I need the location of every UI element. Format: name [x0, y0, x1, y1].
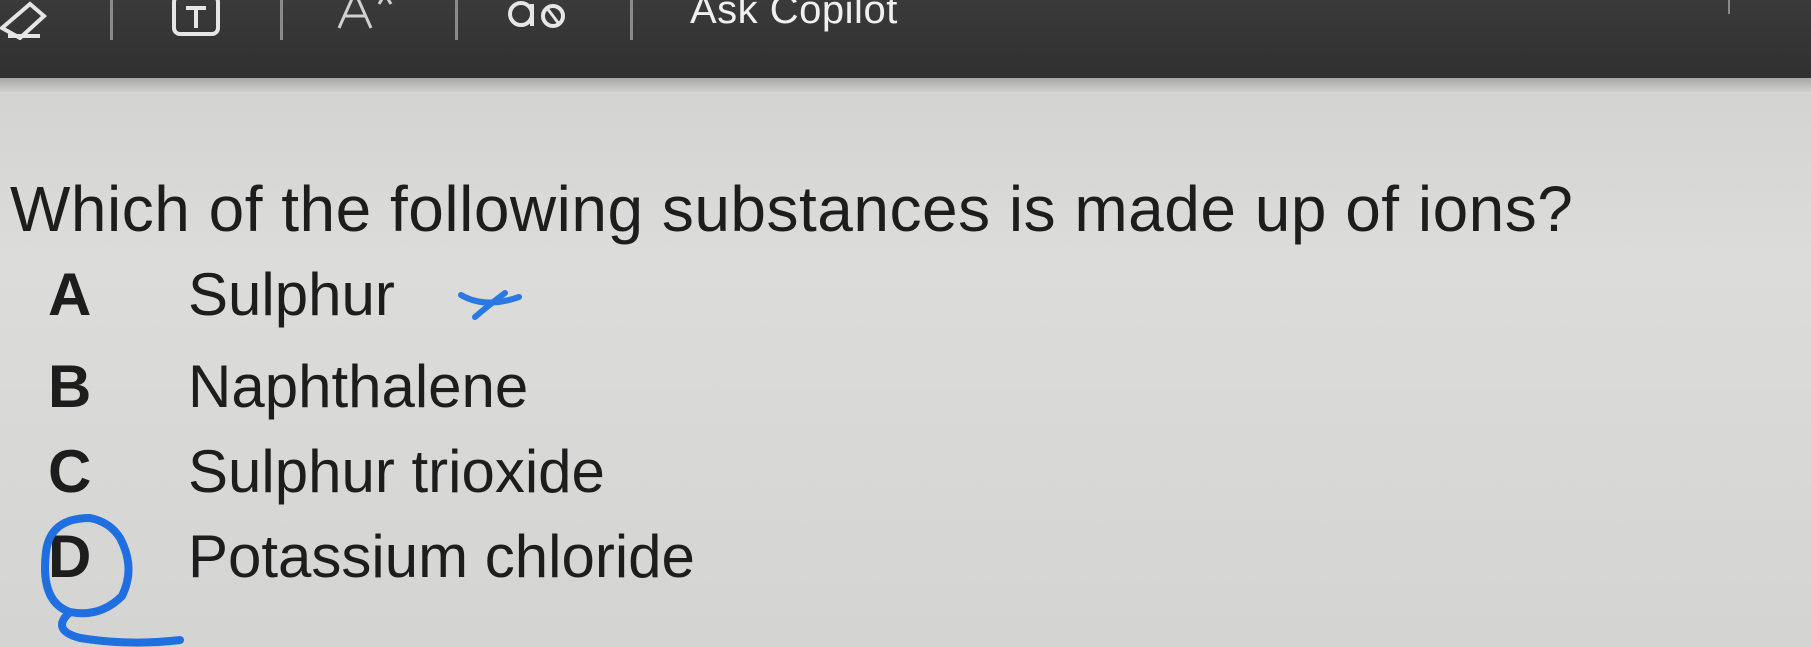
- option-letter: A: [48, 261, 92, 328]
- pdf-toolbar: Ask Copilot: [0, 0, 1811, 78]
- option-label: Naphthalene: [188, 353, 529, 420]
- read-aloud-icon[interactable]: [505, 0, 585, 30]
- ask-copilot-button[interactable]: Ask Copilot: [690, 0, 898, 33]
- option-label: Potassium chloride: [188, 523, 695, 590]
- option-label: Sulphur trioxide: [188, 438, 605, 505]
- toolbar-divider: [455, 0, 458, 40]
- option-letter: C: [48, 438, 92, 505]
- option-letter: D: [48, 523, 92, 590]
- draw-icon[interactable]: [0, 0, 60, 41]
- document-page: Which of the following substances is mad…: [0, 92, 1811, 647]
- page-edge: [0, 78, 1811, 92]
- text-box-icon[interactable]: [170, 0, 225, 36]
- font-size-icon[interactable]: [335, 0, 405, 30]
- toolbar-divider: [280, 0, 283, 40]
- option-letter: B: [48, 353, 92, 420]
- option-c[interactable]: C Sulphur trioxide: [48, 437, 605, 517]
- option-label: Sulphur: [188, 261, 395, 328]
- toolbar-divider: [110, 0, 113, 40]
- option-a[interactable]: A Sulphur: [48, 260, 395, 340]
- toolbar-divider: [630, 0, 633, 40]
- question-text: Which of the following substances is mad…: [10, 173, 1574, 245]
- toolbar-divider: [1728, 0, 1730, 14]
- option-b[interactable]: B Naphthalene: [48, 352, 528, 432]
- option-d[interactable]: D Potassium chloride: [48, 522, 695, 602]
- cross-mark-annotation: [458, 290, 522, 320]
